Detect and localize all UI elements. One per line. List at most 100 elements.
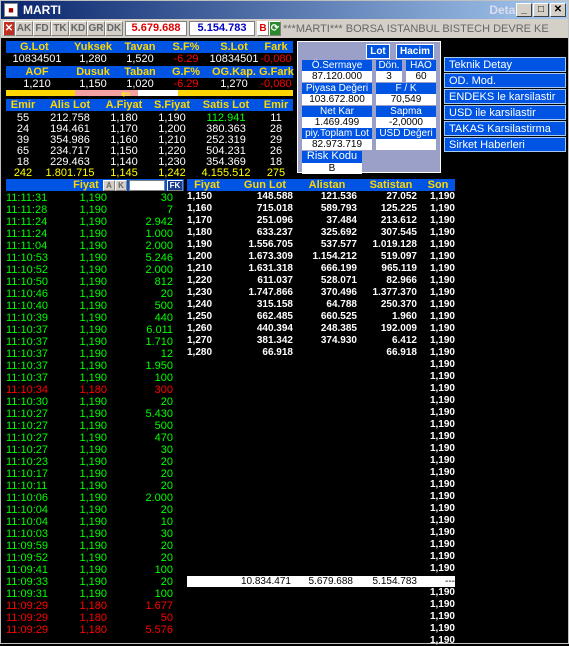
depth-col-header[interactable]: Emir xyxy=(259,99,293,111)
refresh-icon[interactable]: ⟳ xyxy=(269,21,281,36)
volume-col-header[interactable]: Satistan xyxy=(365,179,417,191)
trade-price: 1,180 xyxy=(79,624,107,636)
tab-fd[interactable]: FD xyxy=(33,21,51,36)
title-bar[interactable]: ■ MARTI Detay _ □ ✕ xyxy=(1,1,568,19)
volume-cell: 1.960 xyxy=(391,311,417,322)
close-button[interactable]: ✕ xyxy=(550,3,566,17)
volume-col-header[interactable]: Gun Lot xyxy=(237,179,293,191)
trade-lot: 20 xyxy=(160,396,173,408)
b-indicator[interactable]: B xyxy=(257,21,269,36)
trade-lot: 7 xyxy=(166,204,173,216)
son-cell: 1,190 xyxy=(429,467,455,478)
yuksek-value: 1,280 xyxy=(79,53,107,65)
volume-cell: 6.412 xyxy=(391,335,417,346)
trade-price: 1,190 xyxy=(79,564,107,576)
trade-price: 1,190 xyxy=(79,372,107,384)
close-tab-button[interactable]: ✕ xyxy=(3,21,15,36)
slot-header: S.Lot xyxy=(220,41,248,53)
trade-lot: 30 xyxy=(160,528,173,540)
trade-time: 11:09:41 xyxy=(6,564,49,576)
main-window: ■ MARTI Detay _ □ ✕ ✕ AK FD TK KD GR DK … xyxy=(0,0,569,646)
trade-time: 11:10:04 xyxy=(6,504,49,516)
gf-value: -6.29 xyxy=(173,78,199,90)
menu-endeks-karsilastir[interactable]: ENDEKS le karsilastir xyxy=(444,89,566,104)
trade-price: 1,190 xyxy=(79,264,107,276)
trade-time: 11:11:24 xyxy=(6,228,48,240)
tab-ak[interactable]: AK xyxy=(15,21,33,36)
volume-cell: 1.019.128 xyxy=(372,239,418,250)
trade-price: 1,190 xyxy=(79,240,107,252)
toolbar: ✕ AK FD TK KD GR DK 5.679.688 5.154.783 … xyxy=(1,19,568,38)
volume-cell: 64.788 xyxy=(326,299,357,310)
volume-col-header[interactable]: Alistan xyxy=(297,179,357,191)
son-cell: 1,190 xyxy=(429,407,455,418)
trades-filter-input[interactable] xyxy=(129,180,165,191)
trade-price: 1,190 xyxy=(79,408,107,420)
trade-price: 1,190 xyxy=(79,216,107,228)
volume-total-cell: 5.154.783 xyxy=(372,576,418,587)
hacim-tab[interactable]: Hacim xyxy=(396,44,434,59)
menu-usd-karsilastir[interactable]: USD ile karsilastir xyxy=(444,105,566,120)
trades-a-button[interactable]: A xyxy=(103,180,115,191)
minimize-button[interactable]: _ xyxy=(516,3,532,17)
sf-header: S.F% xyxy=(172,41,200,53)
volume-cell: 528.071 xyxy=(320,275,357,286)
trade-time: 11:10:37 xyxy=(6,372,49,384)
menu-sirket-haberleri[interactable]: Sirket Haberleri xyxy=(444,137,566,152)
fk-label: F / K xyxy=(376,83,436,94)
risk-label: Risk Kodu xyxy=(302,151,362,163)
trades-k-button[interactable]: K xyxy=(115,180,127,191)
tab-dk[interactable]: DK xyxy=(105,21,123,36)
volume-cell: 662.485 xyxy=(256,311,293,322)
menu-od-mod[interactable]: OD. Mod. xyxy=(444,73,566,88)
trade-time: 11:11:28 xyxy=(6,204,48,216)
son-cell: 1,190 xyxy=(429,635,455,646)
trades-fiyat-header[interactable]: Fiyat xyxy=(71,179,101,191)
lot-tab[interactable]: Lot xyxy=(366,44,390,59)
son-cell: 1,190 xyxy=(429,587,455,598)
trade-lot: 500 xyxy=(154,420,173,432)
son-cell: 1,190 xyxy=(429,479,455,490)
don-value: 3 xyxy=(376,71,402,82)
trade-time: 11:10:34 xyxy=(6,384,49,396)
depth-col-header[interactable]: S.Fiyat xyxy=(149,99,195,111)
maximize-button[interactable]: □ xyxy=(533,3,549,17)
son-cell: 1,190 xyxy=(429,551,455,562)
depth-col-header[interactable]: Emir xyxy=(6,99,40,111)
trade-time: 11:11:31 xyxy=(6,192,48,204)
tab-gr[interactable]: GR xyxy=(87,21,105,36)
menu-teknik-detay[interactable]: Teknik Detay xyxy=(444,57,566,72)
trade-lot: 2.942 xyxy=(145,216,173,228)
son-cell: 1,190 xyxy=(429,599,455,610)
volume-cell: 1,240 xyxy=(187,299,213,310)
trade-lot: 20 xyxy=(160,552,173,564)
depth-col-header[interactable]: Satis Lot xyxy=(197,99,255,111)
volume-col-header[interactable]: Fiyat xyxy=(187,179,227,191)
depth-col-header[interactable]: A.Fiyat xyxy=(101,99,147,111)
ogkap-header: OG.Kap. xyxy=(211,66,256,78)
volume-cell: 250.370 xyxy=(380,299,417,310)
sell-volume-value: 5.154.783 xyxy=(189,21,255,36)
volume-cell: 633.237 xyxy=(256,227,293,238)
trade-time: 11:09:29 xyxy=(6,624,49,636)
depth-col-header[interactable]: Alis Lot xyxy=(41,99,99,111)
trade-time: 11:10:27 xyxy=(6,432,49,444)
piyasa-value: 103.672.800 xyxy=(302,94,372,105)
tab-tk[interactable]: TK xyxy=(51,21,69,36)
trade-time: 11:09:31 xyxy=(6,588,49,600)
trades-fk-button[interactable]: FK xyxy=(167,180,183,191)
volume-cell: 1,190 xyxy=(429,311,455,322)
tavan-header: Tavan xyxy=(124,41,156,53)
trade-time: 11:10:27 xyxy=(6,420,49,432)
buy-volume-value: 5.679.688 xyxy=(125,21,187,36)
trade-time: 11:10:53 xyxy=(6,252,49,264)
info-panel: Lot Hacim Ö.Sermaye Dön. HAO 87.120.000 … xyxy=(297,41,441,174)
trade-time: 11:09:33 xyxy=(6,576,49,588)
menu-takas-karsilastirma[interactable]: TAKAS Karsilastirma xyxy=(444,121,566,136)
volume-col-header[interactable]: Son xyxy=(421,179,455,191)
tab-kd[interactable]: KD xyxy=(69,21,87,36)
trade-lot: 5.430 xyxy=(145,408,173,420)
volume-cell: 374.930 xyxy=(320,335,357,346)
volume-cell: 325.692 xyxy=(320,227,357,238)
son-cell: 1,190 xyxy=(429,491,455,502)
